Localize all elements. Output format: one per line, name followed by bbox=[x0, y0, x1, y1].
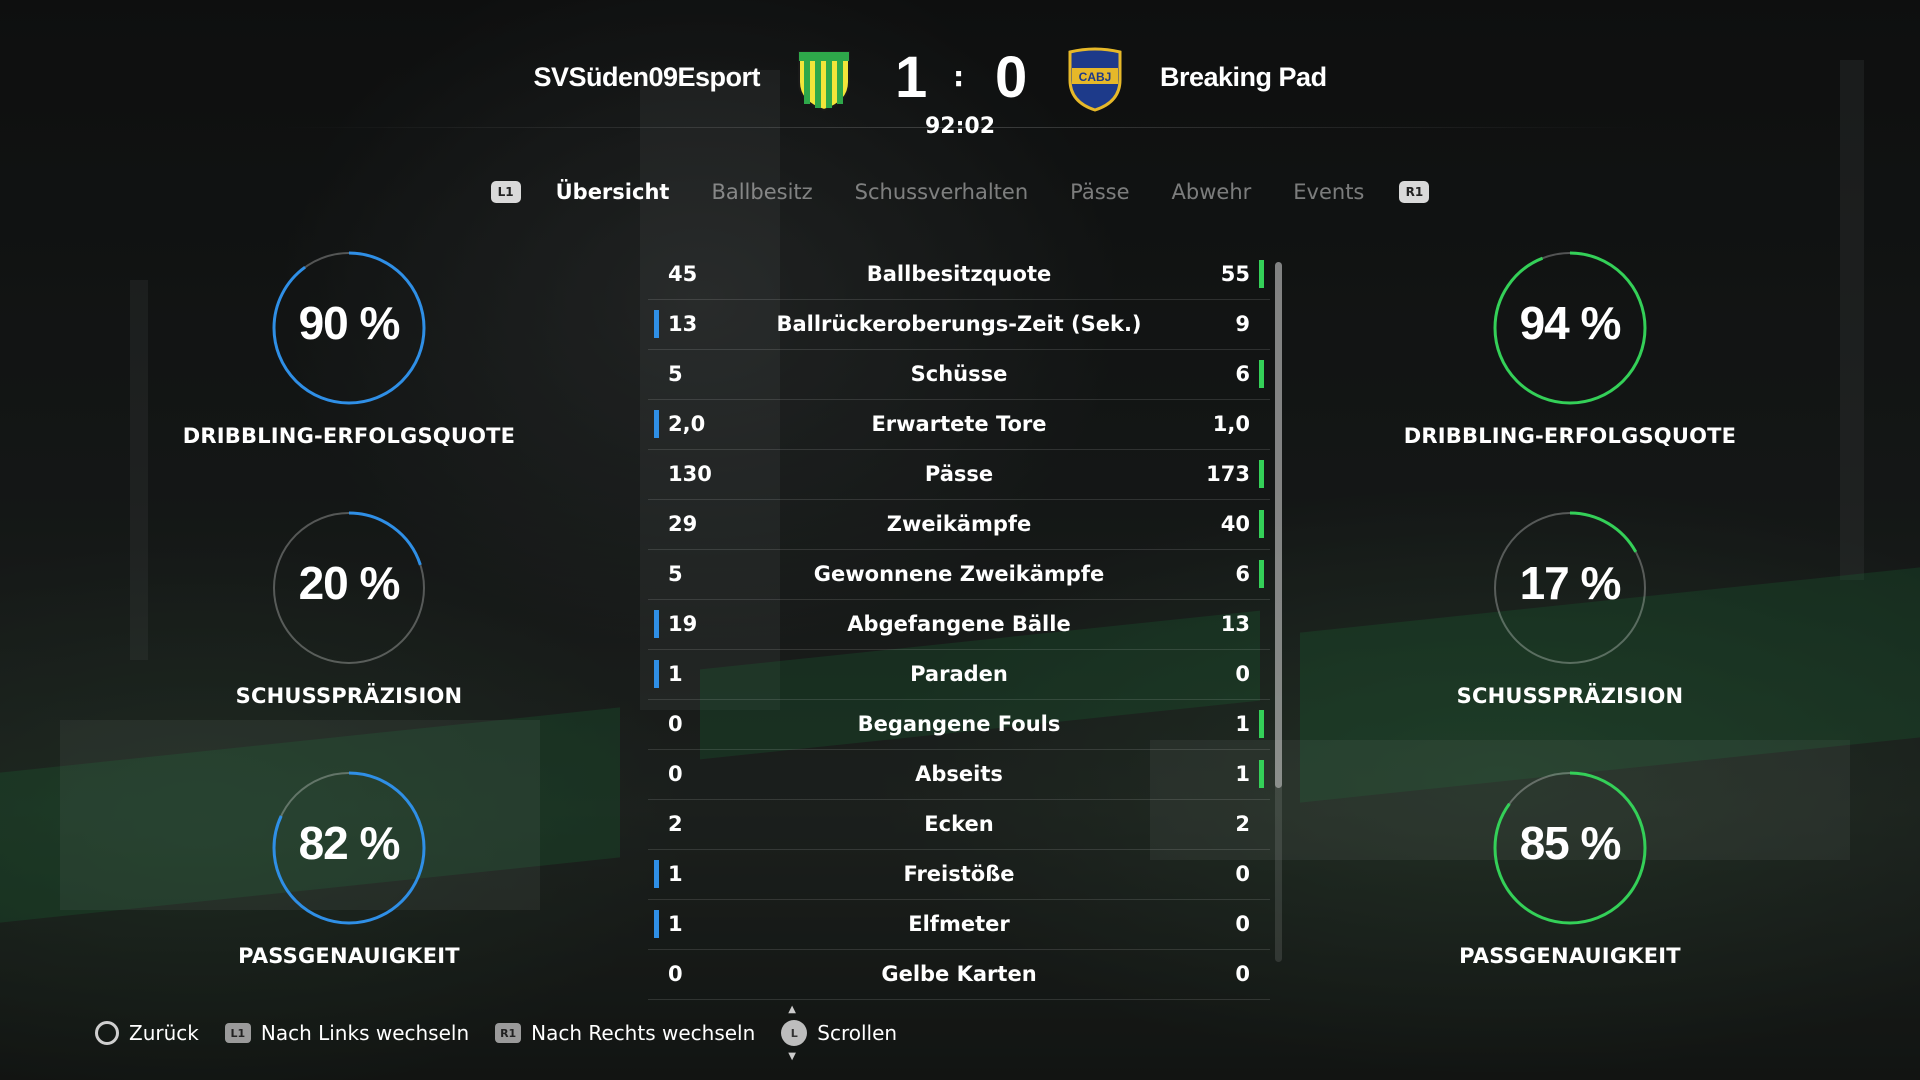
home-gauge-schuss: 20 % SCHUSSPRÄZISION bbox=[179, 510, 519, 708]
stat-row: 130 Pässe 173 bbox=[648, 450, 1270, 500]
stat-row: 1 Elfmeter 0 bbox=[648, 900, 1270, 950]
stat-row: 29 Zweikämpfe 40 bbox=[648, 500, 1270, 550]
stat-label: Schüsse bbox=[910, 362, 1008, 386]
stat-label: Zweikämpfe bbox=[886, 512, 1032, 536]
circle-button-icon bbox=[95, 1021, 119, 1045]
gauge-value: 17 % bbox=[1519, 557, 1622, 609]
gauge-label: PASSGENAUIGKEIT bbox=[1459, 944, 1681, 968]
stat-label: Paraden bbox=[910, 662, 1008, 686]
gauge-value: 82 % bbox=[298, 817, 401, 869]
svg-text:CABJ: CABJ bbox=[1079, 70, 1112, 84]
stat-label: Ecken bbox=[924, 812, 994, 836]
stat-row: 2,0 Erwartete Tore 1,0 bbox=[648, 400, 1270, 450]
home-score: 1 bbox=[895, 45, 928, 110]
stat-label: Abgefangene Bälle bbox=[847, 612, 1071, 636]
tab-schussverhalten[interactable]: Schussverhalten bbox=[834, 180, 1049, 204]
l1-button-icon: L1 bbox=[224, 1023, 251, 1043]
stat-row: 0 Abseits 1 bbox=[648, 750, 1270, 800]
stat-away-value: 0 bbox=[1235, 912, 1250, 936]
stat-away-value: 6 bbox=[1235, 362, 1250, 386]
tab-uebersicht[interactable]: Übersicht bbox=[535, 180, 691, 204]
gauge-label: DRIBBLING-ERFOLGSQUOTE bbox=[182, 424, 516, 448]
stat-away-value: 1 bbox=[1235, 762, 1250, 786]
stat-row: 1 Freistöße 0 bbox=[648, 850, 1270, 900]
gauge-value: 94 % bbox=[1519, 297, 1622, 349]
home-team-name: SVSüden09Esport bbox=[533, 62, 760, 92]
stat-away-value: 1 bbox=[1235, 712, 1250, 736]
stat-label: Gelbe Karten bbox=[881, 962, 1037, 986]
scroll-hint[interactable]: L Scrollen bbox=[781, 1004, 898, 1062]
tab-abwehr[interactable]: Abwehr bbox=[1151, 180, 1273, 204]
stat-label: Elfmeter bbox=[908, 912, 1010, 936]
away-gauge-dribbling: 94 % DRIBBLING-ERFOLGSQUOTE bbox=[1400, 250, 1740, 448]
r1-button-icon[interactable]: R1 bbox=[1399, 181, 1430, 203]
match-header: SVSüden09Esport 1 : 0 CABJ Breaking Pad … bbox=[0, 40, 1920, 140]
stat-label: Ballrückeroberungs-Zeit (Sek.) bbox=[776, 312, 1142, 336]
home-gauge-dribbling: 90 % DRIBBLING-ERFOLGSQUOTE bbox=[179, 250, 519, 448]
stat-away-value: 40 bbox=[1220, 512, 1250, 536]
stat-away-value: 9 bbox=[1235, 312, 1250, 336]
switch-right-hint[interactable]: R1 Nach Rechts wechseln bbox=[495, 1021, 755, 1045]
gauge-label: SCHUSSPRÄZISION bbox=[1456, 684, 1684, 708]
stat-label: Abseits bbox=[915, 762, 1003, 786]
stat-away-value: 6 bbox=[1235, 562, 1250, 586]
stat-row: 13 Ballrückeroberungs-Zeit (Sek.) 9 bbox=[648, 300, 1270, 350]
stat-away-value: 0 bbox=[1235, 862, 1250, 886]
stat-away-value: 13 bbox=[1220, 612, 1250, 636]
switch-left-hint[interactable]: L1 Nach Links wechseln bbox=[224, 1021, 470, 1045]
stat-row: 19 Abgefangene Bälle 13 bbox=[648, 600, 1270, 650]
tab-ballbesitz[interactable]: Ballbesitz bbox=[690, 180, 833, 204]
stat-away-value: 173 bbox=[1206, 462, 1250, 486]
scrollbar-thumb[interactable] bbox=[1275, 262, 1282, 788]
back-hint[interactable]: Zurück bbox=[95, 1021, 199, 1045]
stat-label: Erwartete Tore bbox=[871, 412, 1047, 436]
stat-row: 1 Paraden 0 bbox=[648, 650, 1270, 700]
stat-row: 5 Gewonnene Zweikämpfe 6 bbox=[648, 550, 1270, 600]
stat-row: 2 Ecken 2 bbox=[648, 800, 1270, 850]
stat-label: Pässe bbox=[924, 462, 994, 486]
stat-away-value: 0 bbox=[1235, 662, 1250, 686]
stat-row: 0 Gelbe Karten 0 bbox=[648, 950, 1270, 1000]
stat-label: Begangene Fouls bbox=[857, 712, 1061, 736]
stat-away-value: 55 bbox=[1220, 262, 1250, 286]
gauge-value: 85 % bbox=[1519, 817, 1622, 869]
stat-away-value: 2 bbox=[1235, 812, 1250, 836]
gauge-label: PASSGENAUIGKEIT bbox=[238, 944, 460, 968]
stat-label: Freistöße bbox=[903, 862, 1015, 886]
away-team-name: Breaking Pad bbox=[1160, 62, 1327, 92]
stats-table: 45 Ballbesitzquote 55 13 Ballrückeroberungs-… bbox=[648, 250, 1270, 1000]
stat-row: 0 Begangene Fouls 1 bbox=[648, 700, 1270, 750]
stat-row: 5 Schüsse 6 bbox=[648, 350, 1270, 400]
away-score: 0 bbox=[995, 45, 1028, 110]
tab-events[interactable]: Events bbox=[1272, 180, 1385, 204]
r1-button-icon: R1 bbox=[495, 1023, 522, 1043]
stats-tabs: L1 Übersicht Ballbesitz Schussverhalten … bbox=[0, 180, 1920, 204]
gauge-value: 90 % bbox=[298, 297, 401, 349]
l1-button-icon[interactable]: L1 bbox=[490, 181, 521, 203]
stat-label: Gewonnene Zweikämpfe bbox=[813, 562, 1105, 586]
gauge-label: SCHUSSPRÄZISION bbox=[235, 684, 463, 708]
left-stick-icon: L bbox=[781, 1004, 808, 1062]
stat-away-value: 1,0 bbox=[1212, 412, 1250, 436]
back-label: Zurück bbox=[129, 1021, 199, 1045]
button-hints: Zurück L1 Nach Links wechseln R1 Nach Re… bbox=[95, 1004, 923, 1062]
header-divider bbox=[280, 127, 1640, 128]
away-crest-icon: CABJ bbox=[1068, 47, 1122, 112]
stat-away-value: 0 bbox=[1235, 962, 1250, 986]
away-gauge-schuss: 17 % SCHUSSPRÄZISION bbox=[1400, 510, 1740, 708]
stat-row: 45 Ballbesitzquote 55 bbox=[648, 250, 1270, 300]
home-crest-icon bbox=[798, 51, 850, 112]
home-gauge-pass: 82 % PASSGENAUIGKEIT bbox=[179, 770, 519, 968]
stat-label: Ballbesitzquote bbox=[866, 262, 1052, 286]
tab-paesse[interactable]: Pässe bbox=[1049, 180, 1150, 204]
score-separator: : bbox=[953, 60, 965, 93]
scroll-label: Scrollen bbox=[817, 1021, 898, 1045]
away-gauge-pass: 85 % PASSGENAUIGKEIT bbox=[1400, 770, 1740, 968]
gauge-value: 20 % bbox=[298, 557, 401, 609]
gauge-label: DRIBBLING-ERFOLGSQUOTE bbox=[1403, 424, 1737, 448]
switch-right-label: Nach Rechts wechseln bbox=[531, 1021, 756, 1045]
switch-left-label: Nach Links wechseln bbox=[260, 1021, 470, 1045]
